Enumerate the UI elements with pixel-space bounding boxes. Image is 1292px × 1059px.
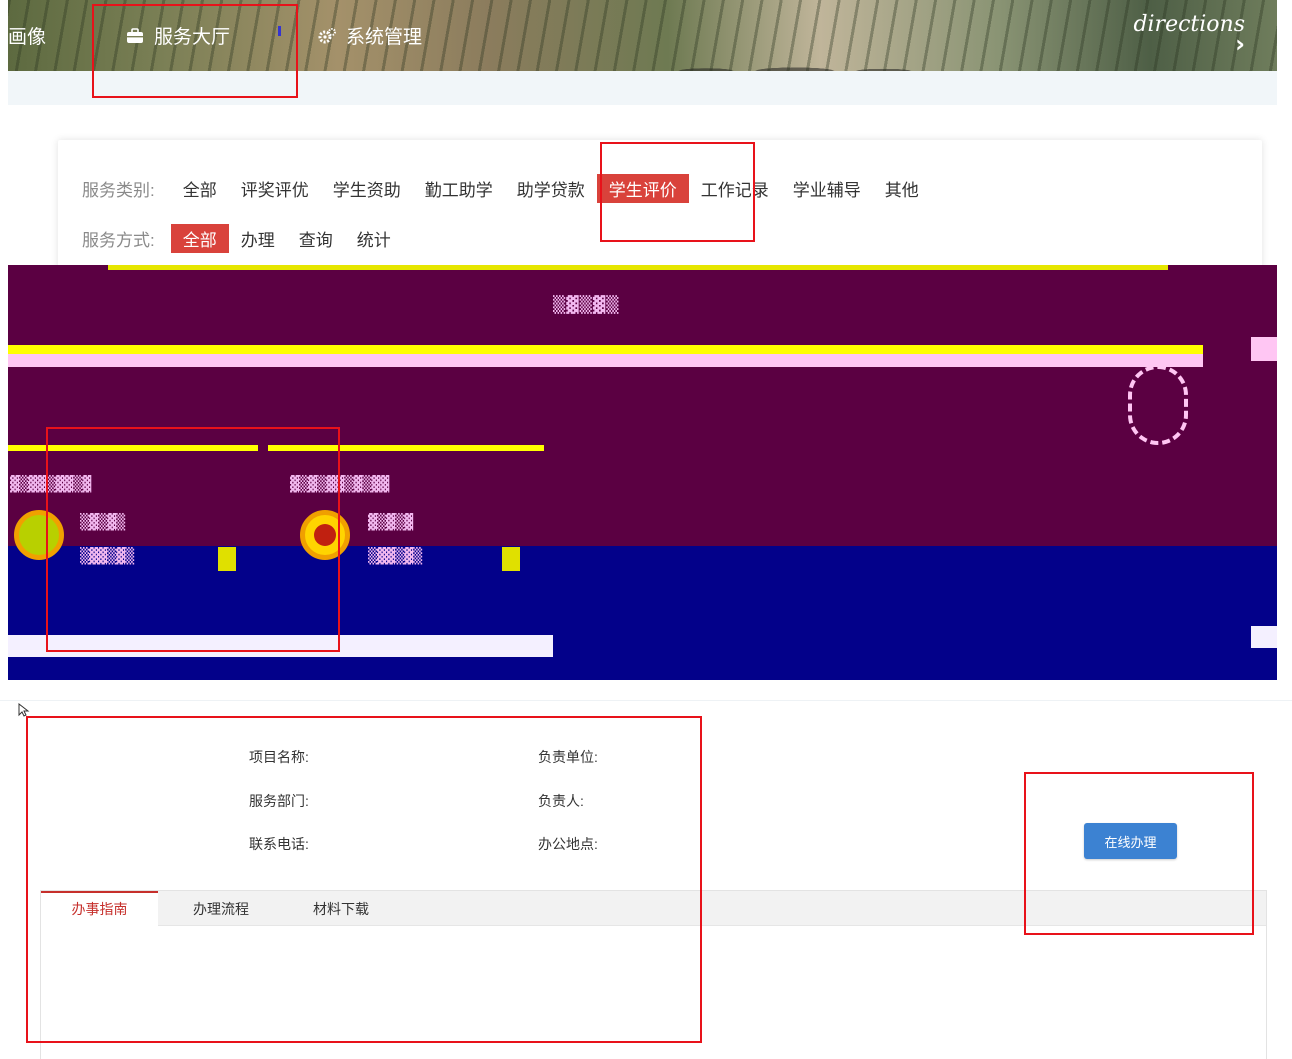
annotation-box-service-hall — [92, 4, 298, 98]
nav-item-portrait-label: 画像 — [8, 27, 47, 48]
category-option[interactable]: 其他 — [873, 174, 931, 203]
glitch-artifact — [8, 345, 1203, 354]
annotation-box-detail-info — [26, 716, 702, 1043]
mode-filter-label: 服务方式: — [82, 231, 155, 250]
gears-icon — [318, 27, 336, 43]
mouse-cursor-icon — [18, 703, 30, 717]
glitch-artifact — [502, 547, 520, 571]
glitch-artifact — [1251, 626, 1277, 648]
annotation-box-service-card — [46, 427, 340, 652]
glitch-artifact — [108, 265, 1168, 270]
category-option[interactable]: 学生资助 — [321, 174, 413, 203]
glitch-artifact — [8, 354, 1203, 367]
annotation-box-online-button — [1024, 772, 1254, 935]
mode-filter-row: 服务方式: 全部 办理 查询 统计 — [82, 224, 403, 253]
nav-item-system-management[interactable]: 系统管理 — [318, 22, 422, 49]
chevron-right-icon[interactable]: › — [1235, 30, 1245, 58]
directions-text: directions — [1133, 12, 1245, 37]
nav-item-system-management-label: 系统管理 — [346, 27, 423, 48]
page: 画像 服务大厅 系统管理 directions › 服务类别: 全部 评奖评优 … — [0, 0, 1292, 1059]
category-option[interactable]: 勤工助学 — [413, 174, 505, 203]
glitch-artifact — [1251, 337, 1277, 361]
category-filter-row: 服务类别: 全部 评奖评优 学生资助 勤工助学 助学贷款 学生评价 工作记录 学… — [82, 174, 931, 203]
glitch-artifact: ▒▓▓▒▓▒ — [368, 547, 423, 565]
annotation-box-student-evaluation — [600, 142, 755, 242]
category-option[interactable]: 全部 — [171, 174, 229, 203]
mode-option[interactable]: 办理 — [229, 224, 287, 253]
category-option[interactable]: 助学贷款 — [505, 174, 597, 203]
glitch-artifact: ▒▓▒▓▒ — [553, 295, 620, 314]
category-option[interactable]: 评奖评优 — [229, 174, 321, 203]
category-filter-label: 服务类别: — [82, 181, 155, 200]
mode-option-selected[interactable]: 全部 — [170, 224, 229, 253]
category-option[interactable]: 学业辅导 — [781, 174, 873, 203]
nav-item-portrait[interactable]: 画像 — [8, 22, 46, 49]
mode-option[interactable]: 查询 — [287, 224, 345, 253]
mode-option[interactable]: 统计 — [345, 224, 403, 253]
glitch-artifact: ▓▒▓▒▓ — [368, 513, 414, 531]
glitch-artifact — [1128, 365, 1188, 445]
